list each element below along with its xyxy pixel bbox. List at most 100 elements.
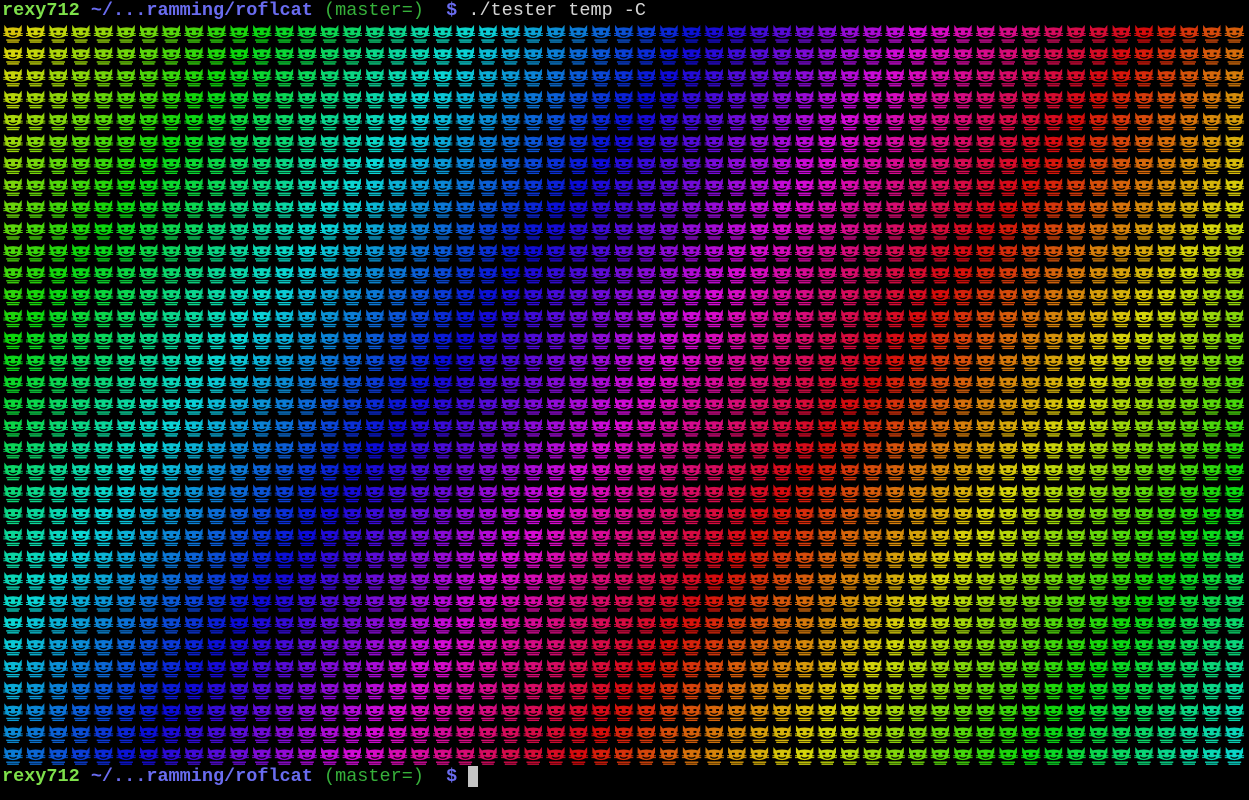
cat-face-icon xyxy=(1043,330,1064,350)
cat-face-icon xyxy=(726,308,748,328)
cat-face-icon xyxy=(115,111,137,131)
cat-face-icon xyxy=(930,396,951,416)
cat-face-icon xyxy=(681,440,702,460)
cat-face-icon xyxy=(251,133,273,153)
cat-face-icon xyxy=(93,746,114,766)
cat-face-icon xyxy=(1088,418,1110,438)
cat-face-icon xyxy=(387,396,408,416)
prompt-line-bottom[interactable]: rexy712 ~/...ramming/roflcat (master=) $ xyxy=(2,766,479,788)
cat-face-icon xyxy=(138,527,160,547)
cat-face-icon xyxy=(432,527,454,547)
cat-face-icon xyxy=(862,483,883,503)
cat-face-icon xyxy=(387,352,408,372)
cat-face-icon xyxy=(364,243,386,263)
cat-face-icon xyxy=(907,177,929,197)
cat-face-icon xyxy=(749,396,770,416)
cat-face-icon xyxy=(2,658,24,678)
prompt-user: rexy712 xyxy=(2,0,80,21)
cat-face-icon xyxy=(319,593,340,613)
cat-face-icon xyxy=(477,615,499,635)
cat-face-icon xyxy=(613,636,635,656)
cat-face-icon xyxy=(296,658,318,678)
cat-face-icon xyxy=(47,133,69,153)
cat-face-icon xyxy=(930,440,951,460)
cat-face-icon xyxy=(1110,111,1132,131)
cat-face-icon xyxy=(25,111,46,131)
cat-face-icon xyxy=(364,593,386,613)
cat-face-icon xyxy=(500,221,521,241)
cat-face-icon xyxy=(183,593,205,613)
cat-face-icon xyxy=(1178,440,1200,460)
cat-face-icon xyxy=(477,680,499,700)
cat-face-icon xyxy=(409,702,431,722)
cat-face-icon xyxy=(681,308,702,328)
cat-face-icon xyxy=(771,593,793,613)
cat-face-icon xyxy=(952,89,974,109)
cat-face-icon xyxy=(138,374,160,394)
cat-face-icon xyxy=(1020,461,1042,481)
cat-face-icon xyxy=(183,243,205,263)
cat-face-icon xyxy=(952,615,974,635)
cat-face-icon xyxy=(726,177,748,197)
cat-face-icon xyxy=(1156,483,1177,503)
cat-face-icon xyxy=(1133,243,1155,263)
cat-face-icon xyxy=(658,680,680,700)
cat-face-icon xyxy=(138,243,160,263)
cat-face-icon xyxy=(839,593,861,613)
cat-face-icon xyxy=(545,133,567,153)
cat-face-icon xyxy=(522,330,544,350)
cat-face-icon xyxy=(749,615,770,635)
cat-face-icon xyxy=(862,89,883,109)
cat-face-icon xyxy=(1201,636,1223,656)
cat-face-icon xyxy=(658,24,680,44)
cat-face-icon xyxy=(25,440,46,460)
cat-face-icon xyxy=(726,636,748,656)
cat-face-icon xyxy=(1201,483,1223,503)
cat-face-icon xyxy=(1020,615,1042,635)
cat-face-icon xyxy=(70,155,92,175)
cat-face-icon xyxy=(115,505,137,525)
cat-face-icon xyxy=(364,724,386,744)
cat-face-icon xyxy=(862,177,883,197)
cat-face-icon xyxy=(635,308,657,328)
cat-face-icon xyxy=(907,658,929,678)
cat-face-icon xyxy=(1133,177,1155,197)
cat-face-icon xyxy=(975,111,996,131)
cat-face-icon xyxy=(1110,133,1132,153)
cat-face-icon xyxy=(1110,527,1132,547)
cat-face-icon xyxy=(93,68,114,88)
cat-face-icon xyxy=(1088,702,1110,722)
cat-face-icon xyxy=(455,221,476,241)
cat-face-icon xyxy=(997,308,1019,328)
cat-face-icon xyxy=(296,133,318,153)
cat-face-icon xyxy=(907,615,929,635)
cat-face-icon xyxy=(726,418,748,438)
cat-face-icon xyxy=(319,133,340,153)
cat-face-icon xyxy=(1156,133,1177,153)
cat-face-icon xyxy=(568,505,589,525)
terminal-window[interactable]: rexy712 ~/...ramming/roflcat (master=) $… xyxy=(0,0,1249,800)
cat-face-icon xyxy=(319,374,340,394)
cat-face-icon xyxy=(613,133,635,153)
cat-face-icon xyxy=(206,615,227,635)
cat-face-icon xyxy=(975,680,996,700)
cat-face-icon xyxy=(703,418,725,438)
cat-face-icon xyxy=(794,46,815,66)
cat-face-icon xyxy=(884,396,906,416)
cat-face-icon xyxy=(387,593,408,613)
cat-face-icon xyxy=(251,89,273,109)
cat-face-icon xyxy=(183,396,205,416)
cat-face-icon xyxy=(138,658,160,678)
cat-face-icon xyxy=(726,264,748,284)
cat-face-icon xyxy=(726,680,748,700)
cat-face-icon xyxy=(477,746,499,766)
cat-face-icon xyxy=(613,352,635,372)
cat-face-icon xyxy=(975,374,996,394)
cat-face-icon xyxy=(997,352,1019,372)
cat-face-icon xyxy=(907,221,929,241)
cat-face-icon xyxy=(500,46,521,66)
cat-face-icon xyxy=(477,658,499,678)
cat-face-icon xyxy=(613,286,635,306)
cat-face-icon xyxy=(545,24,567,44)
cat-face-icon xyxy=(138,352,160,372)
